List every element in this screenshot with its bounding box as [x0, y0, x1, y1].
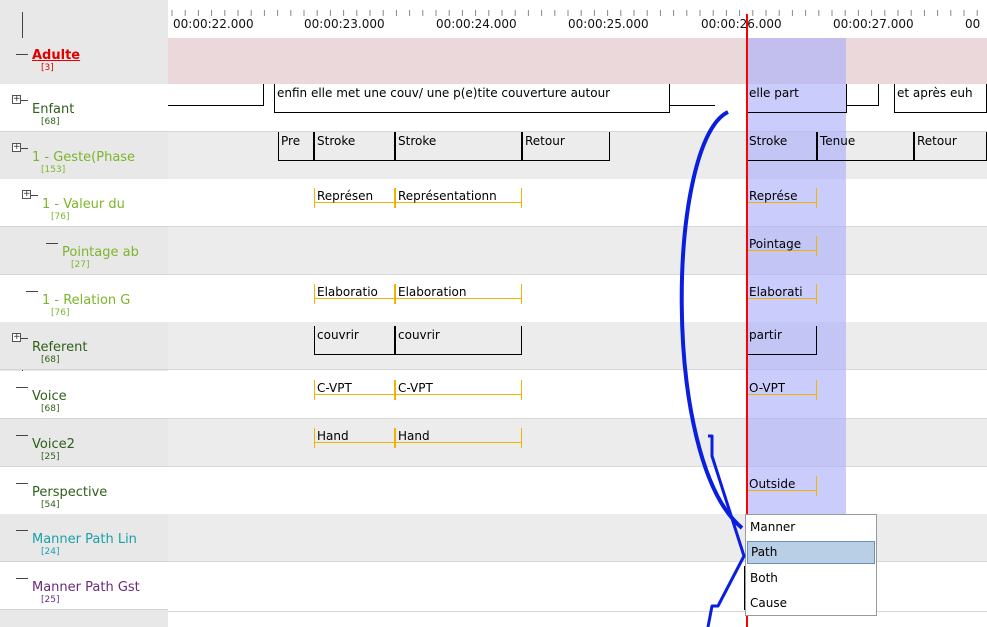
arrow-head-icon	[706, 434, 746, 627]
annotation-editor: 00:00:22.000 00:00:23.000 00:00:24.000 0…	[0, 0, 987, 627]
curved-arrow-icon	[679, 110, 744, 530]
arrow-overlay	[679, 110, 746, 627]
